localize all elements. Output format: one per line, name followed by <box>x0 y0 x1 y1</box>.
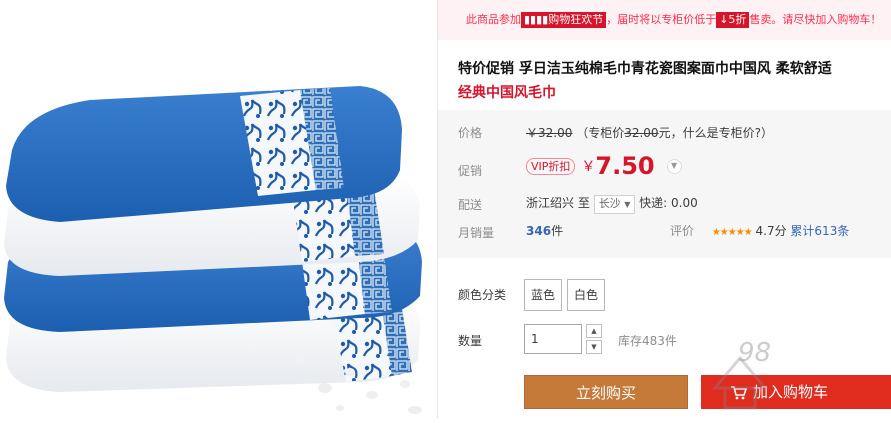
monthly-sales-count: 346 <box>526 224 552 238</box>
price-panel: 价格 ￥32.00 （专柜价32.00元，什么是专柜价?） 促销 VIP折扣 ￥7… <box>438 110 891 258</box>
rating-stars-icon: ★★★★★ <box>711 227 753 238</box>
quantity-input[interactable]: 1 <box>524 324 582 354</box>
original-price: ￥32.00 <box>526 126 573 140</box>
product-image[interactable] <box>0 0 438 419</box>
rating-score: 4.7分 <box>755 224 787 238</box>
destination-city: 长沙 <box>598 197 621 210</box>
monthly-sales-row: 346件 <box>526 222 563 239</box>
shipping-row: 浙江绍兴 至 长沙 ▼ 快递: 0.00 <box>526 194 698 214</box>
price-row: ￥32.00 （专柜价32.00元，什么是专柜价?） <box>526 124 773 141</box>
monthly-sales-label: 月销量 <box>458 226 495 240</box>
price-label: 价格 <box>458 126 483 140</box>
promo-suffix: 售卖。请尽快加入购物车！ <box>749 13 882 26</box>
counter-price-value: 32.00 <box>624 126 659 140</box>
counter-price-prefix: （专柜价 <box>576 126 625 140</box>
shopping-cart-icon <box>731 385 747 399</box>
chevron-down-icon[interactable]: ▼ <box>666 158 682 174</box>
promo-price-row: VIP折扣 ￥7.50 ▼ <box>526 152 682 180</box>
promo-middle: ，届时将以专柜价低于 <box>606 13 717 26</box>
quantity-label: 数量 <box>458 334 483 348</box>
quantity-decrease-button[interactable]: ▼ <box>586 340 602 354</box>
ship-to-word: 至 <box>577 196 590 210</box>
color-option-white[interactable]: 白色 <box>567 279 605 311</box>
ship-from: 浙江绍兴 <box>526 196 575 210</box>
watermark-text: 98 <box>738 338 772 368</box>
buy-now-button[interactable]: 立刻购买 <box>524 375 688 409</box>
promo-discount-badge: ↓5折 <box>716 12 750 28</box>
shipping-method: 快递: 0.00 <box>639 196 698 210</box>
product-detail-panel: 此商品参加 ▮▮▮▮购物狂欢节 ，届时将以专柜价低于 ↓5折 售卖。请尽快加入购物车！ … <box>438 0 891 419</box>
shipping-label: 配送 <box>458 198 483 212</box>
review-summary: 评价 ★★★★★ 4.7分 累计613条 <box>670 222 849 239</box>
counter-price-help-link[interactable]: 什么是专柜价? <box>683 126 761 140</box>
destination-city-select[interactable]: 长沙 ▼ <box>593 195 636 214</box>
currency-symbol: ￥ <box>581 159 596 175</box>
review-count-link[interactable]: 累计613条 <box>790 224 849 238</box>
monthly-sales-unit: 件 <box>551 224 564 238</box>
promo-notice-bar: 此商品参加 ▮▮▮▮购物狂欢节 ，届时将以专柜价低于 ↓5折 售卖。请尽快加入购物车！ <box>438 0 891 40</box>
color-option-blue[interactable]: 蓝色 <box>524 279 562 311</box>
counter-price-suffix: ） <box>760 126 773 140</box>
promo-event-tag: ▮▮▮▮购物狂欢节 <box>521 12 607 28</box>
promo-price-label: 促销 <box>458 164 483 178</box>
add-to-cart-label: 加入购物车 <box>753 383 829 401</box>
stock-count: 库存483件 <box>618 334 677 348</box>
color-category-label: 颜色分类 <box>458 288 507 302</box>
promo-price-value: 7.50 <box>595 152 655 180</box>
vip-discount-badge: VIP折扣 <box>526 157 576 175</box>
counter-price-unit: 元， <box>658 126 683 140</box>
quantity-increase-button[interactable]: ▲ <box>586 324 602 338</box>
product-title: 特价促销 孚日洁玉纯棉毛巾青花瓷图案面巾中国风 柔软舒适 <box>458 61 832 77</box>
add-to-cart-button[interactable]: 加入购物车 <box>701 375 891 409</box>
chevron-down-icon: ▼ <box>624 200 631 209</box>
towel-stack-image <box>4 85 422 414</box>
review-label: 评价 <box>670 224 695 238</box>
product-subtitle: 经典中国风毛巾 <box>458 85 556 101</box>
promo-prefix: 此商品参加 <box>466 13 521 26</box>
